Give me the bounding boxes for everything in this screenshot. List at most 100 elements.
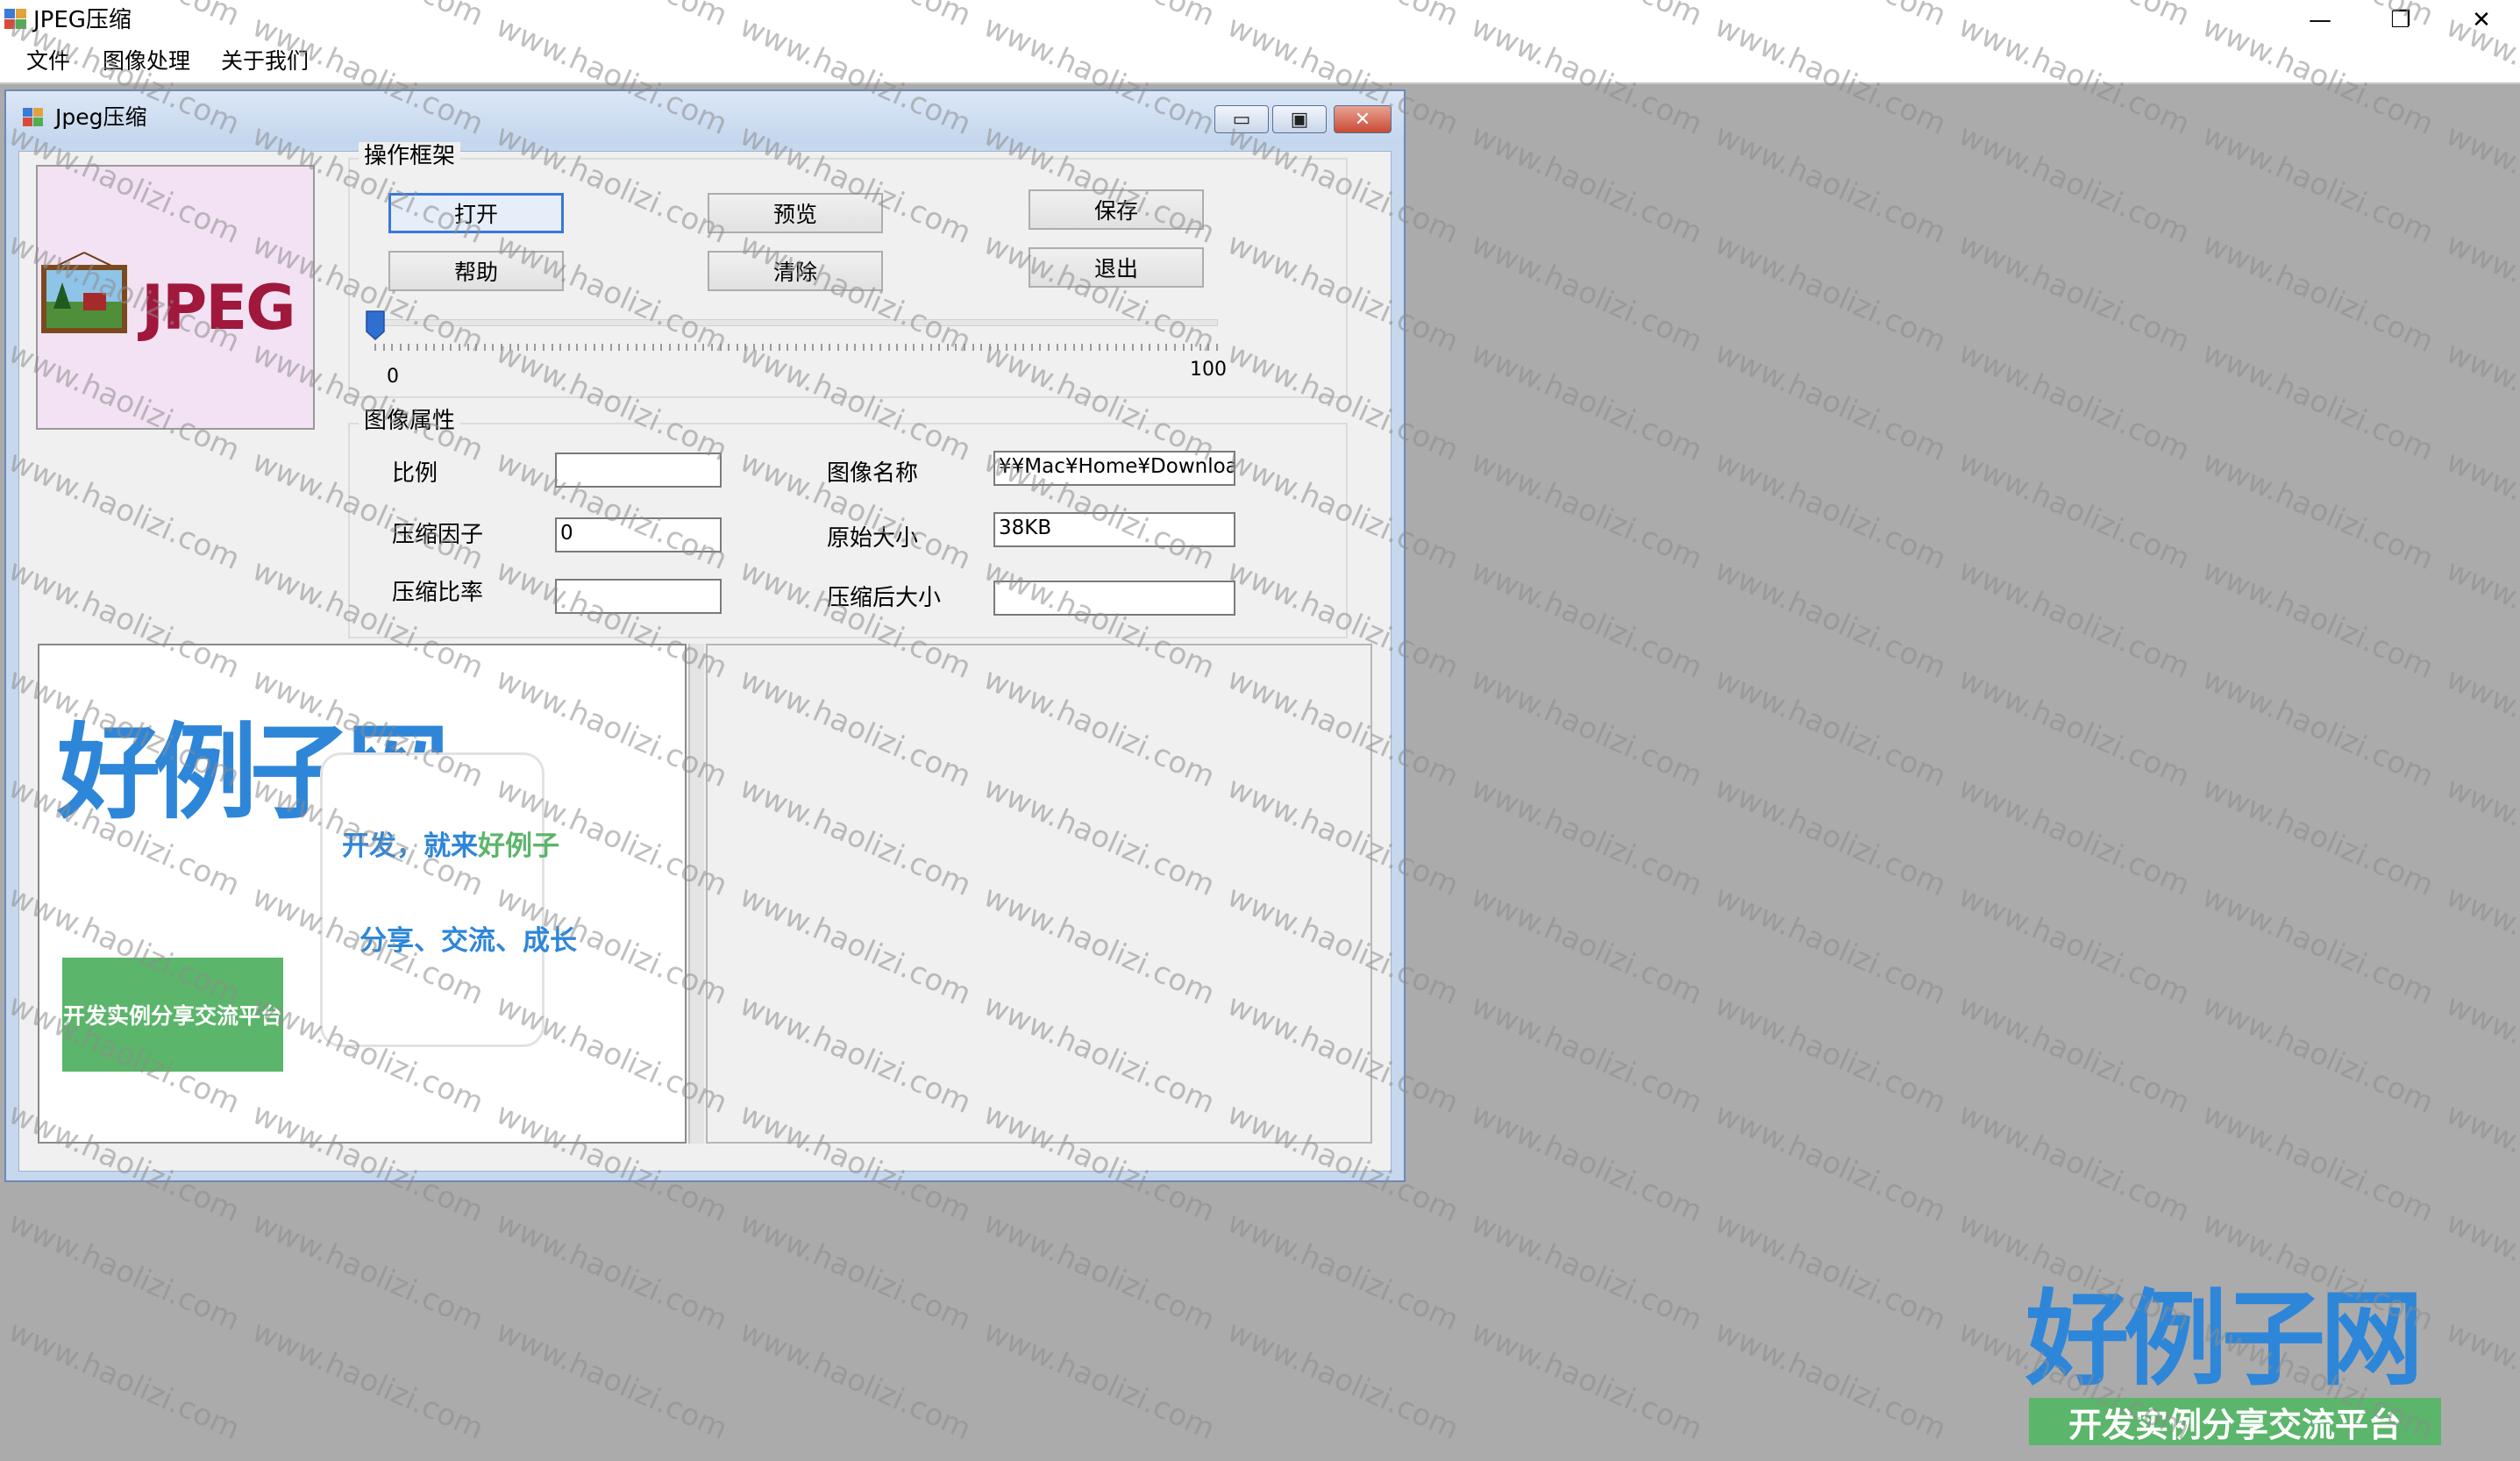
slider-tick: [551, 344, 553, 351]
slider-tick: [778, 344, 780, 351]
corner-logo-banner: 开发实例分享交流平台: [2029, 1398, 2441, 1445]
slider-tick: [955, 344, 957, 351]
slider-tick: [854, 344, 857, 351]
logo-picture: JPEG: [36, 165, 315, 430]
slider-tick: [1182, 344, 1185, 351]
original-size-field[interactable]: 38KB: [993, 512, 1235, 547]
slider-tick: [829, 344, 831, 351]
ratio-label: 比例: [392, 460, 438, 487]
pane-splitter[interactable]: [688, 644, 704, 1144]
slider-tick: [609, 344, 612, 351]
slider-tick: [862, 344, 865, 351]
preview-slogan-line2: 分享、交流、成长: [359, 925, 577, 957]
slider-tick: [1030, 344, 1033, 351]
quality-slider-track[interactable]: [366, 319, 1218, 326]
menu-about-us[interactable]: 关于我们: [221, 47, 309, 75]
compressed-size-field[interactable]: [993, 581, 1235, 616]
menu-image-processing[interactable]: 图像处理: [103, 47, 190, 75]
slider-tick: [399, 344, 402, 351]
slider-tick: [450, 344, 452, 351]
slider-tick: [1199, 344, 1201, 351]
preview-slogan-line1: 开发，就来好例子: [342, 830, 559, 862]
slider-tick: [904, 344, 907, 351]
slider-tick: [711, 344, 713, 351]
slider-tick: [787, 344, 789, 351]
original-image-pane: 好例子网 开发实例分享交流平台 开发，就来好例子 分享、交流、成长: [38, 644, 687, 1144]
help-button[interactable]: 帮助: [388, 251, 564, 291]
slider-tick: [567, 344, 570, 351]
open-button[interactable]: 打开: [388, 193, 564, 233]
child-window-title: Jpeg压缩: [55, 104, 147, 130]
slider-tick: [1064, 344, 1067, 351]
slider-tick: [441, 344, 444, 351]
slider-tick: [602, 344, 604, 351]
clear-button[interactable]: 清除: [708, 251, 883, 291]
slider-tick: [1022, 344, 1025, 351]
image-name-label: 图像名称: [827, 460, 919, 487]
child-restore-button[interactable]: ▣: [1272, 105, 1327, 133]
slider-tick: [812, 344, 815, 351]
slider-tick: [1191, 344, 1193, 351]
slider-tick: [627, 344, 629, 351]
slider-tick: [525, 344, 528, 351]
menu-file[interactable]: 文件: [26, 47, 70, 75]
slider-tick: [1114, 344, 1117, 351]
slider-tick: [719, 344, 722, 351]
slider-tick: [424, 344, 427, 351]
slider-tick: [972, 344, 974, 351]
preview-button[interactable]: 预览: [708, 193, 883, 233]
slider-tick: [1006, 344, 1007, 351]
compression-rate-field[interactable]: [555, 579, 722, 614]
slider-tick: [753, 344, 755, 351]
quality-slider-thumb[interactable]: [366, 310, 385, 340]
properties-group-label: 图像属性: [359, 407, 461, 435]
exit-button[interactable]: 退出: [1029, 247, 1204, 288]
image-name-field[interactable]: ¥¥Mac¥Home¥Download: [993, 451, 1235, 486]
slider-tick: [1090, 344, 1092, 351]
slider-tick: [820, 344, 822, 351]
corner-logo-title: 好例子网: [2025, 1279, 2424, 1400]
restore-button[interactable]: ❐: [2360, 0, 2441, 40]
jpeg-logo-text: JPEG: [141, 272, 296, 344]
slider-tick: [660, 344, 663, 351]
slider-tick: [761, 344, 764, 351]
slider-tick: [382, 344, 385, 351]
framed-picture-icon: [41, 252, 127, 333]
slider-tick: [459, 344, 460, 351]
slider-tick: [1107, 344, 1109, 351]
slider-tick: [501, 344, 502, 351]
slider-tick: [669, 344, 671, 351]
slider-tick: [1056, 344, 1058, 351]
slider-tick: [1140, 344, 1143, 351]
slider-tick: [1174, 344, 1176, 351]
child-minimize-button[interactable]: ▭: [1214, 105, 1269, 133]
slider-tick: [744, 344, 747, 351]
preview-logo-banner: 开发实例分享交流平台: [62, 958, 283, 1072]
original-size-label: 原始大小: [827, 525, 919, 552]
slider-tick: [509, 344, 511, 351]
slider-tick: [408, 344, 410, 351]
quality-factor-field[interactable]: 0: [555, 517, 722, 552]
preview-logo-subtitle: 开发实例分享交流平台: [62, 1003, 282, 1029]
slider-tick: [635, 344, 637, 351]
slider-tick: [1132, 344, 1134, 351]
slider-tick: [922, 344, 923, 351]
child-window: Jpeg压缩 ▭ ▣ ✕ JPEG 操作框架 打开 预览 保存 帮助 清除 退出…: [4, 89, 1406, 1182]
app-title-bar: JPEG压缩 — ❐ ✕: [0, 0, 2520, 40]
close-button[interactable]: ✕: [2441, 0, 2520, 40]
child-close-button[interactable]: ✕: [1334, 105, 1392, 133]
slider-tick: [1098, 344, 1100, 351]
slider-tick: [374, 344, 376, 351]
slider-tick: [913, 344, 915, 351]
slider-tick: [416, 344, 418, 351]
minimize-button[interactable]: —: [2280, 0, 2360, 40]
slider-tick: [845, 344, 848, 351]
slider-tick: [694, 344, 696, 351]
slider-tick: [593, 344, 595, 351]
slider-tick: [946, 344, 949, 351]
save-button[interactable]: 保存: [1029, 189, 1204, 230]
slider-tick: [1216, 344, 1218, 351]
slider-tick: [517, 344, 520, 351]
slider-tick: [1072, 344, 1075, 351]
ratio-field[interactable]: [555, 453, 722, 488]
